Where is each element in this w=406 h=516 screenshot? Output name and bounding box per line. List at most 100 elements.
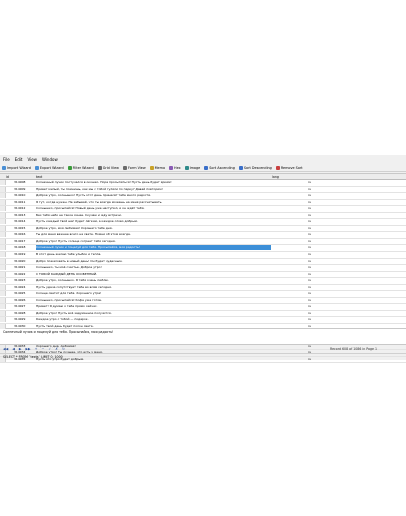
menu-item-file[interactable]: File xyxy=(3,157,10,162)
cell-lang[interactable]: ru xyxy=(308,232,311,237)
nav-button-7[interactable]: ✗ xyxy=(55,347,58,351)
filter-wizard-button[interactable]: Filter Wizard xyxy=(67,165,94,170)
cell-text[interactable]: Привет милый, ты помнишь, как мы с тобой… xyxy=(36,187,271,192)
cell-id[interactable]: 314918 xyxy=(14,245,25,250)
cell-id[interactable]: 314929 xyxy=(14,317,25,322)
column-header-id[interactable]: id xyxy=(6,175,9,179)
row-indicator[interactable] xyxy=(0,245,6,251)
image-button[interactable]: Image xyxy=(184,165,200,170)
column-header-lang[interactable]: lang xyxy=(272,175,279,179)
cell-id[interactable]: 314920 xyxy=(14,259,25,264)
row-indicator[interactable] xyxy=(0,219,6,225)
row-indicator[interactable] xyxy=(0,284,6,290)
cell-text[interactable]: Солнышко, просыпайся! Новый день уже нас… xyxy=(36,206,271,211)
import-wizard-button[interactable]: Import Wizard xyxy=(2,165,31,170)
cell-text[interactable]: В этот день желаю тебе улыбок и тепла. xyxy=(36,252,271,257)
cell-text[interactable]: Солнце светит для тебя. Хорошего утра! xyxy=(36,291,271,296)
cell-lang[interactable]: ru xyxy=(308,226,311,231)
cell-id[interactable]: 314922 xyxy=(14,272,25,277)
cell-text[interactable]: Ты для меня важнее всего на свете. Помни… xyxy=(36,232,271,237)
row-indicator[interactable] xyxy=(0,252,6,258)
cell-lang[interactable]: ru xyxy=(308,239,311,244)
cell-text[interactable]: Солнышко, ты моё счастье. Доброе утро! xyxy=(36,265,271,270)
cell-lang[interactable]: ru xyxy=(308,193,311,198)
cell-id[interactable]: 314919 xyxy=(14,252,25,257)
cell-lang[interactable]: ru xyxy=(308,272,311,277)
menu-item-window[interactable]: Window xyxy=(42,157,58,162)
row-indicator[interactable] xyxy=(0,232,6,238)
cell-lang[interactable]: ru xyxy=(308,180,311,185)
row-indicator[interactable] xyxy=(0,186,6,192)
cell-lang[interactable]: ru xyxy=(308,317,311,322)
nav-button-0[interactable]: ◀◀ xyxy=(3,347,8,351)
row-indicator[interactable] xyxy=(0,193,6,199)
row-indicator[interactable] xyxy=(0,258,6,264)
cell-text[interactable]: Солнечный лучик и поцелуй для тебя. Прос… xyxy=(36,245,271,251)
row-indicator[interactable] xyxy=(0,206,6,212)
cell-text[interactable]: Добро пожаловать в новый день! Он будет … xyxy=(36,259,271,264)
nav-button-8[interactable]: ↻ xyxy=(62,347,65,351)
cell-text[interactable]: Доброе утро, солнышко! Пусть этот день п… xyxy=(36,193,271,198)
row-indicator[interactable] xyxy=(0,212,6,218)
cell-text[interactable]: Доброе утро, солнышко. Я тебя очень любл… xyxy=(36,278,271,283)
nav-button-5[interactable]: − xyxy=(42,347,45,351)
cell-text[interactable]: С ТОБОЙ КАЖДЫЙ ДЕНЬ ОСОБЕННЫЙ. xyxy=(36,272,271,277)
column-header-text[interactable]: text xyxy=(36,175,42,179)
row-indicator[interactable] xyxy=(0,238,6,244)
cell-lang[interactable]: ru xyxy=(308,304,311,309)
cell-id[interactable]: 314911 xyxy=(14,200,25,205)
row-indicator[interactable] xyxy=(0,265,6,271)
menu-item-view[interactable]: View xyxy=(27,157,37,162)
cell-id[interactable]: 314916 xyxy=(14,232,25,237)
row-indicator[interactable] xyxy=(0,180,6,185)
cell-text[interactable]: Я тут, когда нужен. Не забывай, что ты в… xyxy=(36,200,271,205)
cell-lang[interactable]: ru xyxy=(308,219,311,224)
cell-lang[interactable]: ru xyxy=(308,278,311,283)
row-indicator[interactable] xyxy=(0,278,6,284)
cell-id[interactable]: 314926 xyxy=(14,298,25,303)
remove-sort-button[interactable]: Remove Sort xyxy=(275,165,303,170)
cell-text[interactable]: Солнечный лучик постучался в окошко. Пор… xyxy=(36,180,271,185)
cell-lang[interactable]: ru xyxy=(308,213,311,218)
row-indicator[interactable] xyxy=(0,291,6,297)
cell-text[interactable]: Привет! Я думаю о тебе прямо сейчас. xyxy=(36,304,271,309)
form-view-button[interactable]: Form View xyxy=(122,165,146,170)
sort-descending-button[interactable]: Sort Descending xyxy=(238,165,272,170)
grid-view-button[interactable]: Grid View xyxy=(97,165,119,170)
row-indicator[interactable] xyxy=(0,317,6,323)
menu-item-edit[interactable]: Edit xyxy=(15,157,23,162)
cell-text[interactable]: Доброе утро! Пусть всё задуманное получи… xyxy=(36,311,271,316)
cell-text[interactable]: Без тебя небо не такое синее. Скучаю и ж… xyxy=(36,213,271,218)
data-grid[interactable]: id text lang 314908 Солнечный лучик посту… xyxy=(0,173,406,364)
cell-id[interactable]: 314927 xyxy=(14,304,25,309)
export-wizard-button[interactable]: Export Wizard xyxy=(34,165,64,170)
memo-preview[interactable]: Солнечный лучик и поцелуй для тебя. Прос… xyxy=(0,329,406,345)
cell-lang[interactable]: ru xyxy=(308,265,311,270)
cell-id[interactable]: 314921 xyxy=(14,265,25,270)
nav-button-3[interactable]: ▶▶ xyxy=(25,347,30,351)
nav-button-2[interactable]: ▶ xyxy=(19,347,22,351)
cell-lang[interactable]: ru xyxy=(308,206,311,211)
cell-text[interactable]: Доброе утро, моя любимая! Хорошего тебе … xyxy=(36,226,271,231)
cell-lang[interactable]: ru xyxy=(308,291,311,296)
cell-text[interactable]: Каждое утро с тобой — подарок. xyxy=(36,317,271,322)
cell-lang[interactable]: ru xyxy=(308,187,311,192)
nav-button-1[interactable]: ◀ xyxy=(12,347,15,351)
row-indicator[interactable] xyxy=(0,310,6,316)
cell-lang[interactable]: ru xyxy=(308,200,311,205)
cell-text[interactable]: Пусть удача сопутствует тебе во всём сег… xyxy=(36,285,271,290)
nav-button-4[interactable]: + xyxy=(35,347,38,351)
cell-lang[interactable]: ru xyxy=(308,285,311,290)
row-indicator[interactable] xyxy=(0,199,6,205)
cell-id[interactable]: 314908 xyxy=(14,180,25,185)
cell-id[interactable]: 314910 xyxy=(14,193,25,198)
cell-lang[interactable]: ru xyxy=(308,252,311,257)
cell-lang[interactable]: ru xyxy=(308,245,311,250)
hex-button[interactable]: Hex xyxy=(169,165,181,170)
cell-id[interactable]: 314924 xyxy=(14,285,25,290)
memo-button[interactable]: Memo xyxy=(149,165,165,170)
cell-id[interactable]: 314925 xyxy=(14,291,25,296)
cell-text[interactable]: Пусть каждый твой шаг будет лёгким, а ка… xyxy=(36,219,271,224)
nav-button-6[interactable]: ✓ xyxy=(48,347,51,351)
cell-id[interactable]: 314915 xyxy=(14,226,25,231)
